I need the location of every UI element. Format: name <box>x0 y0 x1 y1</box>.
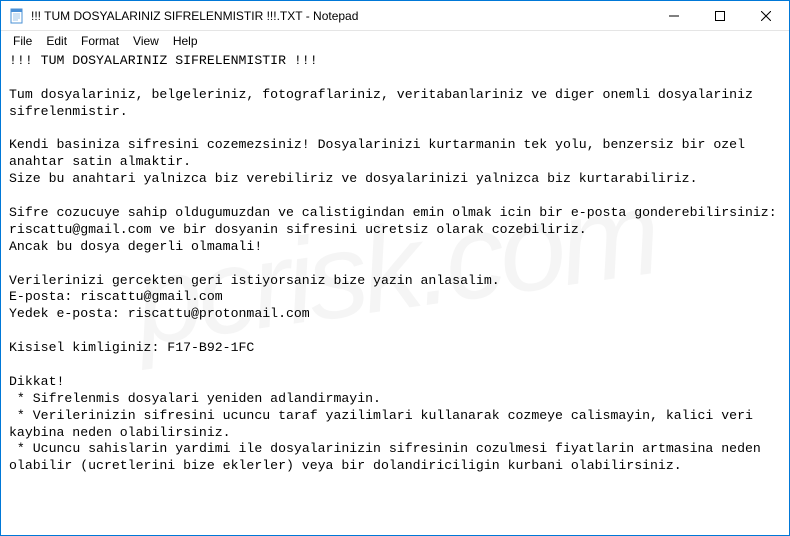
notepad-icon <box>9 8 25 24</box>
minimize-icon <box>669 11 679 21</box>
close-icon <box>761 11 771 21</box>
close-button[interactable] <box>743 1 789 31</box>
maximize-icon <box>715 11 725 21</box>
menu-format[interactable]: Format <box>75 33 125 49</box>
minimize-button[interactable] <box>651 1 697 31</box>
window-title: !!! TUM DOSYALARINIZ SIFRELENMISTIR !!!.… <box>31 9 358 23</box>
menu-help[interactable]: Help <box>167 33 204 49</box>
menu-edit[interactable]: Edit <box>40 33 73 49</box>
window-controls <box>651 1 789 30</box>
text-content-area[interactable]: !!! TUM DOSYALARINIZ SIFRELENMISTIR !!! … <box>1 51 789 535</box>
window-titlebar: !!! TUM DOSYALARINIZ SIFRELENMISTIR !!!.… <box>1 1 789 31</box>
maximize-button[interactable] <box>697 1 743 31</box>
titlebar-left: !!! TUM DOSYALARINIZ SIFRELENMISTIR !!!.… <box>1 8 358 24</box>
menubar: File Edit Format View Help <box>1 31 789 51</box>
menu-view[interactable]: View <box>127 33 165 49</box>
menu-file[interactable]: File <box>7 33 38 49</box>
